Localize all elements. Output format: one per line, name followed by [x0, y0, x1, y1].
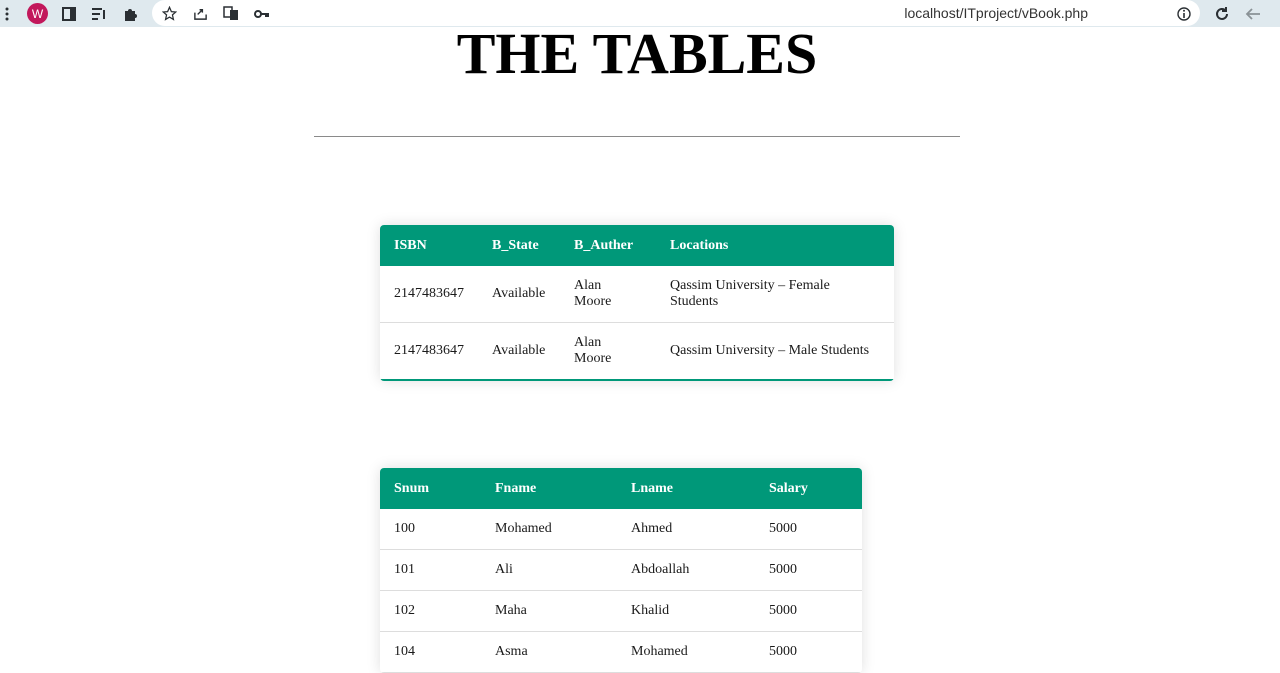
column-header: B_Auther [574, 237, 634, 253]
profile-icon[interactable]: W [27, 3, 48, 24]
table-cell: Qassim University – Male Students [656, 322, 894, 381]
table-cell: 2147483647 [380, 266, 478, 323]
table-row: 2147483647 Available Alan Moore Qassim U… [380, 322, 894, 381]
table-row: 101 Ali Abdoallah 5000 [380, 549, 862, 591]
table-row: 102 Maha Khalid 5000 [380, 590, 862, 632]
table-cell: 2147483647 [380, 322, 478, 381]
page-title: THE TABLES [456, 21, 818, 86]
table-cell: Asma [481, 631, 617, 673]
table-cell: Alan Moore [560, 322, 656, 381]
table-cell: 5000 [755, 509, 862, 550]
url-text[interactable]: localhost/ITproject/vBook.php [904, 5, 1088, 21]
column-header: Locations [670, 237, 729, 253]
table-cell: 104 [380, 631, 481, 673]
profile-initial: W [31, 6, 44, 21]
table-cell: Ali [481, 549, 617, 591]
table-cell: 5000 [755, 549, 862, 591]
table-row: 104 Asma Mohamed 5000 [380, 631, 862, 673]
table-row: 2147483647 Available Alan Moore Qassim U… [380, 266, 894, 323]
staff-table: Snum Fname Lname Salary 100 Mohamed Ahme… [380, 468, 862, 673]
column-header: Fname [495, 480, 537, 496]
table-cell: Qassim University – Female Students [656, 266, 894, 323]
column-header: Snum [394, 480, 430, 496]
table-cell: Alan Moore [560, 266, 656, 323]
column-header: ISBN [394, 237, 427, 253]
table-cell: Abdoallah [617, 549, 755, 591]
table-cell: Khalid [617, 590, 755, 632]
table-cell: Mohamed [481, 509, 617, 550]
table-cell: Mohamed [617, 631, 755, 673]
table-row: 100 Mohamed Ahmed 5000 [380, 509, 862, 550]
table-cell: Ahmed [617, 509, 755, 550]
table-cell: 5000 [755, 590, 862, 632]
table-cell: 100 [380, 509, 481, 550]
table-header-row: Snum Fname Lname Salary [380, 468, 862, 509]
column-header: Lname [631, 480, 673, 496]
table-cell: Maha [481, 590, 617, 632]
table-cell: Available [478, 266, 560, 323]
table-header-row: ISBN B_State B_Auther Locations [380, 225, 894, 266]
column-header: Salary [769, 480, 808, 496]
table-cell: 5000 [755, 631, 862, 673]
column-header: B_State [492, 237, 539, 253]
books-table: ISBN B_State B_Auther Locations 21474836… [380, 225, 894, 381]
table-cell: 102 [380, 590, 481, 632]
table-cell: 101 [380, 549, 481, 591]
table-cell: Available [478, 322, 560, 381]
horizontal-divider [314, 136, 960, 137]
